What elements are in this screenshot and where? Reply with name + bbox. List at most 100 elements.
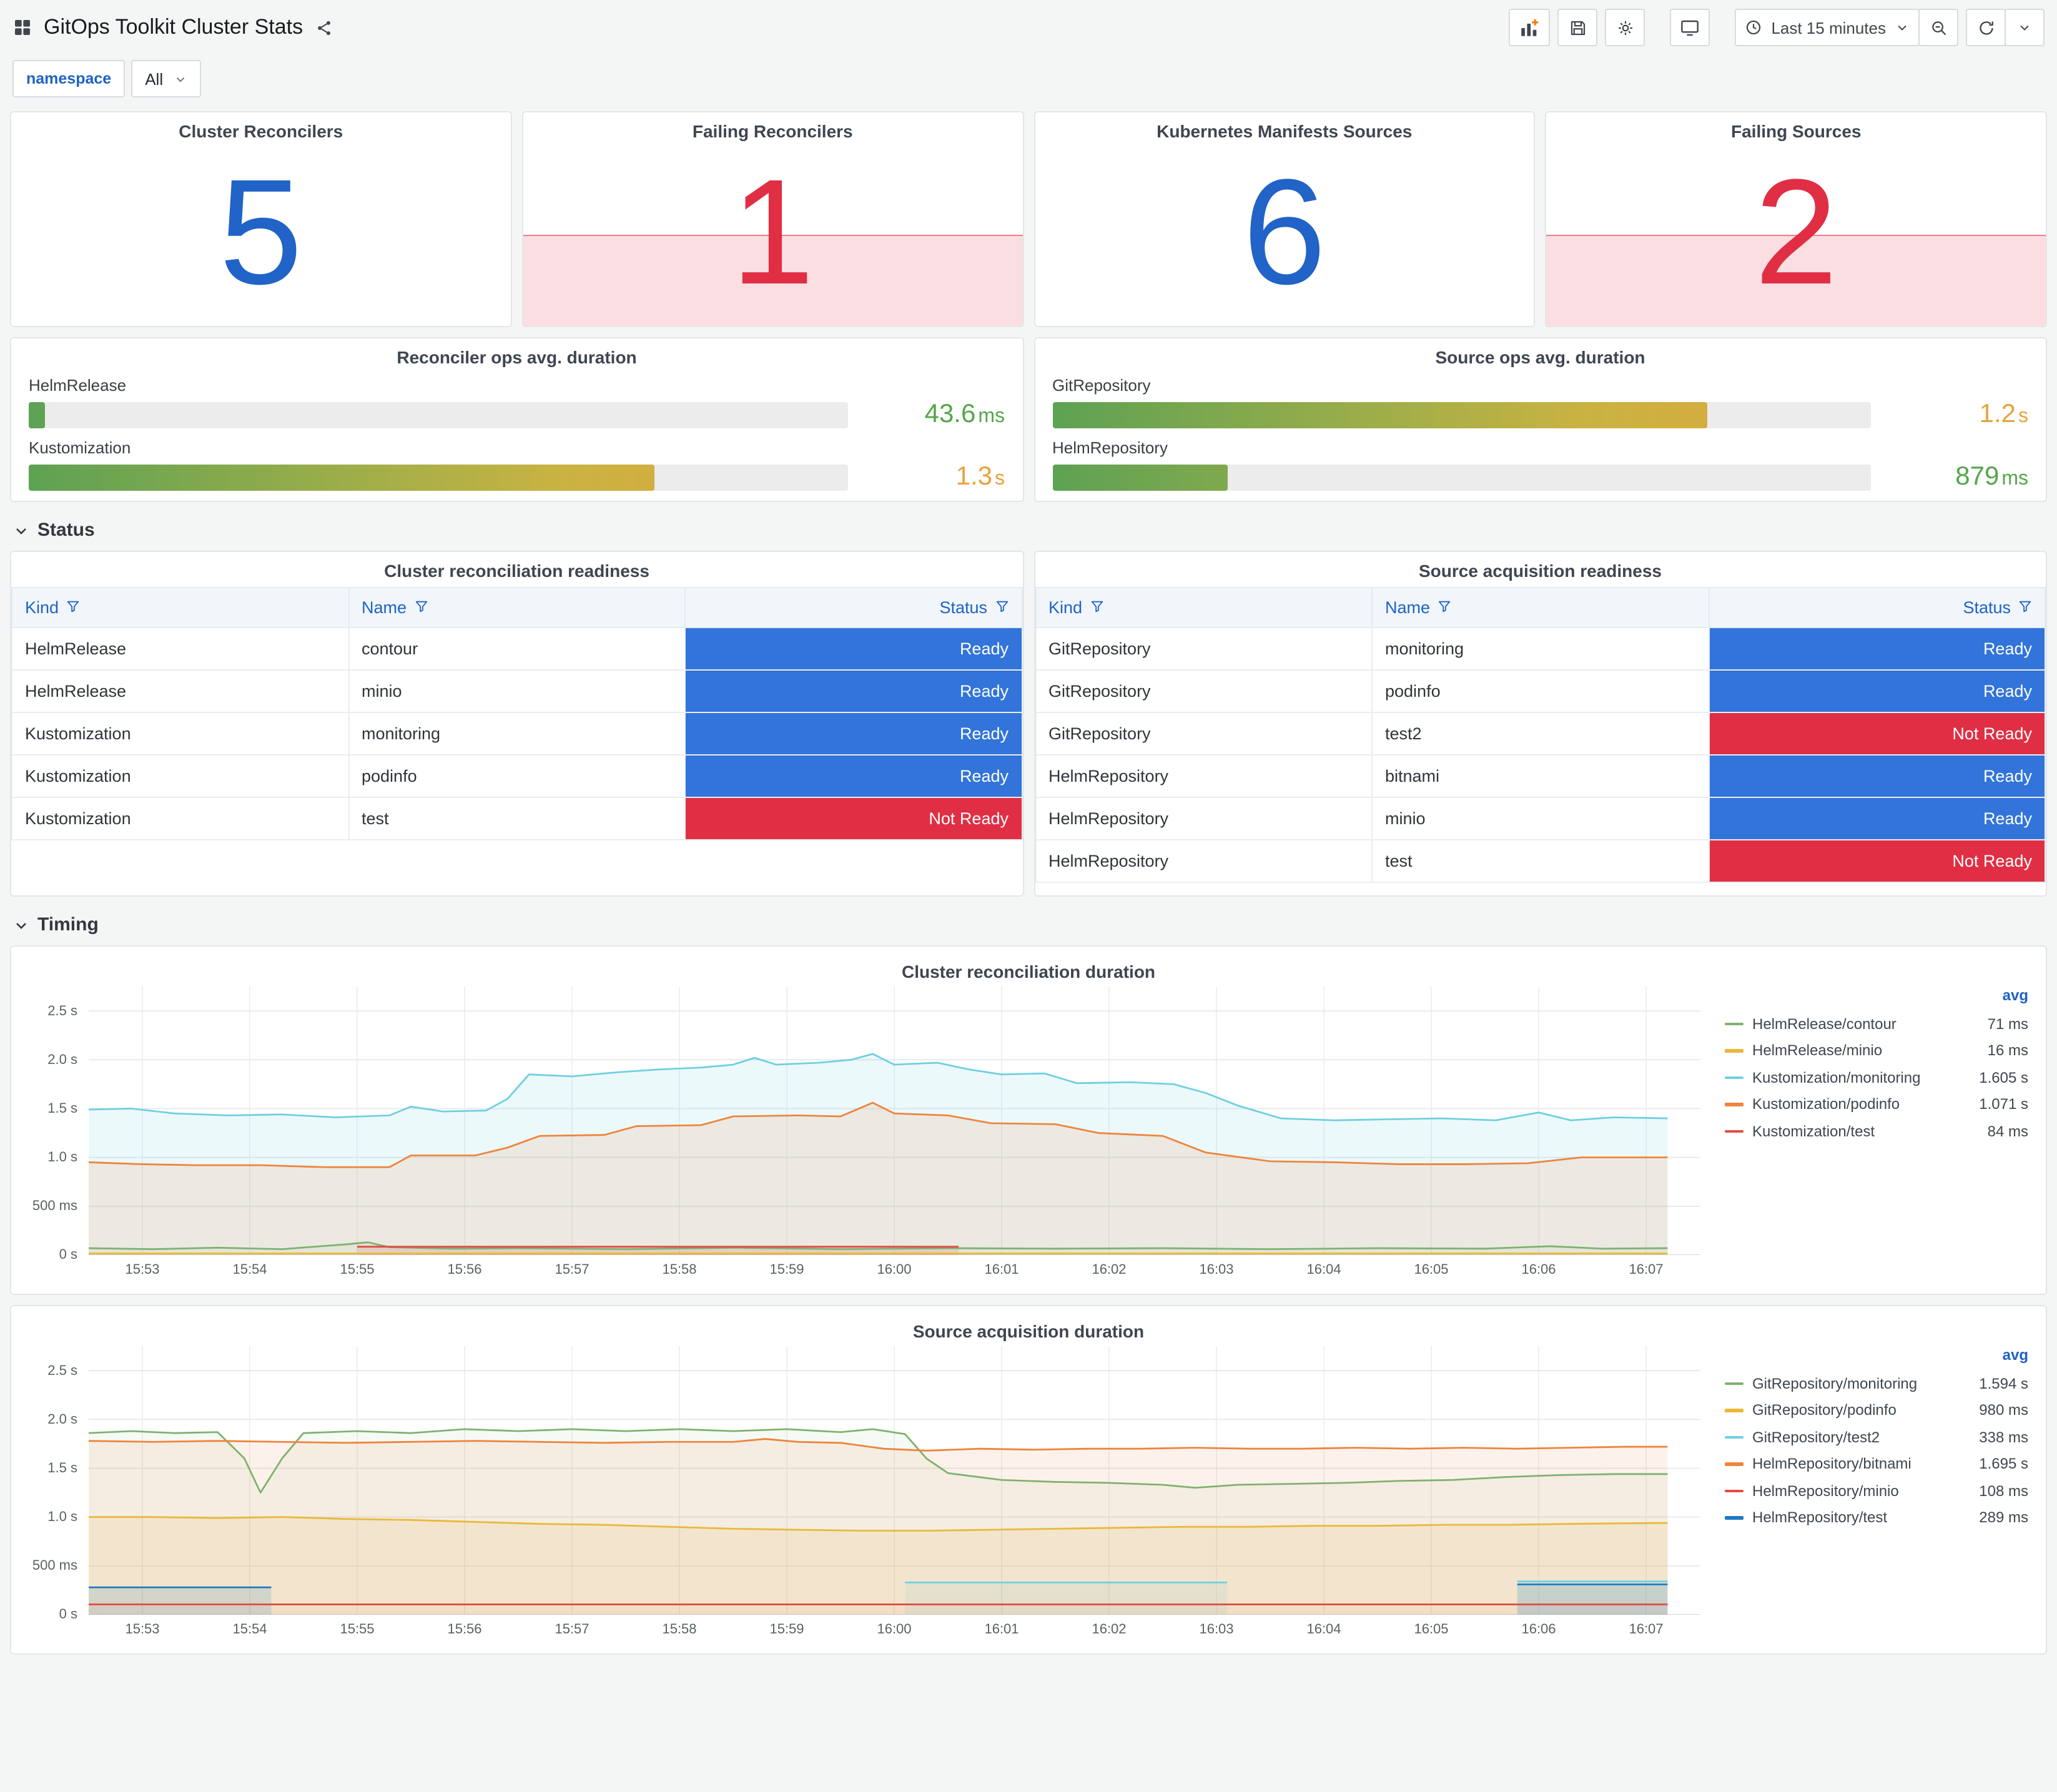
legend-series-color-icon	[1725, 1076, 1744, 1079]
x-tick-label: 15:53	[125, 1263, 160, 1278]
column-header-name[interactable]: Name	[348, 587, 686, 628]
status-badge: Not Ready	[1709, 840, 2045, 882]
y-tick-label: 500 ms	[32, 1198, 77, 1214]
panel-title[interactable]: Cluster reconciliation readiness	[11, 552, 1022, 581]
column-header-name[interactable]: Name	[1371, 587, 1709, 628]
column-header-status[interactable]: Status	[1708, 587, 2046, 628]
share-icon[interactable]	[314, 18, 333, 37]
table-row: Kustomization test Not Ready	[11, 797, 1022, 840]
x-tick-label: 15:55	[340, 1263, 375, 1278]
status-badge: Not Ready	[1709, 713, 2045, 754]
legend-series-name[interactable]: HelmRelease/contour	[1752, 1015, 1897, 1033]
settings-gear-button[interactable]	[1605, 9, 1645, 46]
cell-kind: GitRepository	[1035, 627, 1373, 671]
legend-series-name[interactable]: GitRepository/monitoring	[1752, 1375, 1917, 1392]
table-row: GitRepository monitoring Ready	[1035, 627, 2046, 671]
zoom-out-button[interactable]	[1918, 9, 1958, 46]
y-tick-label: 0 s	[59, 1607, 77, 1622]
gauge-label: HelmRepository	[1052, 438, 1168, 457]
filter-funnel-icon[interactable]	[66, 599, 80, 613]
gauge-value: 1.2 s	[1979, 400, 2028, 428]
legend-avg-header[interactable]: avg	[1725, 987, 2028, 1010]
y-tick-label: 0 s	[59, 1248, 77, 1263]
legend-series-name[interactable]: GitRepository/podinfo	[1752, 1402, 1897, 1419]
table-row: HelmRelease minio Ready	[11, 669, 1022, 713]
stat-value: 2	[1754, 148, 1838, 315]
readiness-table: Kind Name Status GitRepository monitoring Rea…	[1035, 587, 2046, 883]
legend-series-name[interactable]: Kustomization/podinfo	[1752, 1096, 1900, 1113]
filter-funnel-icon[interactable]	[1090, 599, 1103, 613]
legend-series-color-icon	[1725, 1516, 1744, 1519]
legend-series-name[interactable]: GitRepository/test2	[1752, 1429, 1880, 1446]
chevron-down-icon	[16, 528, 26, 534]
cell-name: monitoring	[348, 712, 686, 756]
chevron-down-icon	[2020, 25, 2029, 31]
timeseries-plot[interactable]	[88, 987, 1700, 1256]
apps-grid-icon[interactable]	[12, 17, 32, 37]
legend-row: GitRepository/monitoring 1.594 s	[1725, 1370, 2028, 1397]
legend-series-name[interactable]: Kustomization/monitoring	[1752, 1069, 1920, 1086]
panel-title[interactable]: Reconciler ops avg. duration	[29, 338, 1005, 367]
add-panel-button[interactable]	[1509, 9, 1551, 46]
x-tick-label: 16:05	[1414, 1263, 1449, 1278]
bar-gauge-fill	[29, 401, 46, 428]
stat-value: 6	[1243, 148, 1326, 315]
cell-name: bitnami	[1371, 754, 1709, 798]
legend-avg-header[interactable]: avg	[1725, 1346, 2028, 1370]
legend-series-name[interactable]: Kustomization/test	[1752, 1123, 1875, 1140]
clock-icon	[1747, 20, 1761, 35]
panel-title[interactable]: Cluster reconciliation duration	[24, 953, 2033, 982]
time-range-picker[interactable]: Last 15 minutes	[1735, 9, 1920, 46]
legend-series-color-icon	[1725, 1049, 1744, 1052]
y-tick-label: 2.5 s	[47, 1363, 77, 1379]
column-header-status[interactable]: Status	[684, 587, 1022, 628]
legend-series-avg: 16 ms	[1987, 1041, 2028, 1060]
filter-funnel-icon[interactable]	[414, 599, 428, 613]
variable-label-namespace: namespace	[12, 60, 126, 97]
cycle-view-button[interactable]	[1670, 9, 1710, 46]
variable-value-dropdown[interactable]: All	[131, 60, 201, 97]
panel-title[interactable]: Source ops avg. duration	[1052, 338, 2028, 367]
cell-name: podinfo	[348, 754, 686, 798]
legend-row: HelmRepository/bitnami 1.695 s	[1725, 1450, 2028, 1477]
status-badge: Ready	[1709, 628, 2045, 669]
panel-source-acquisition-duration: Source acquisition duration 0 s 500 ms 1.0…	[10, 1305, 2047, 1655]
refresh-interval-dropdown[interactable]	[2005, 9, 2045, 46]
page-title: GitOps Toolkit Cluster Stats	[44, 15, 303, 39]
legend-series-avg: 1.605 s	[1979, 1068, 2028, 1086]
plus-icon	[1532, 18, 1539, 25]
x-tick-label: 15:57	[555, 1622, 589, 1637]
section-header-timing[interactable]: Timing	[12, 914, 2045, 935]
cell-kind: Kustomization	[11, 712, 349, 756]
filter-funnel-icon[interactable]	[2018, 599, 2032, 613]
x-tick-label: 15:59	[769, 1263, 804, 1278]
section-header-status[interactable]: Status	[12, 519, 2045, 541]
filter-funnel-icon[interactable]	[1438, 599, 1451, 613]
timeseries-plot[interactable]	[88, 1346, 1700, 1615]
x-tick-label: 15:56	[447, 1263, 482, 1278]
legend-row: HelmRelease/minio 16 ms	[1725, 1037, 2028, 1064]
filter-funnel-icon[interactable]	[995, 599, 1009, 613]
x-tick-label: 16:01	[984, 1263, 1019, 1278]
save-dashboard-button[interactable]	[1557, 9, 1598, 46]
column-header-kind[interactable]: Kind	[11, 587, 349, 628]
stat-value: 1	[731, 148, 815, 315]
legend-row: Kustomization/test 84 ms	[1725, 1118, 2028, 1145]
cell-kind: GitRepository	[1035, 669, 1373, 713]
x-tick-label: 15:55	[340, 1622, 375, 1637]
panel-title[interactable]: Source acquisition duration	[24, 1312, 2033, 1341]
y-axis: 0 s 500 ms 1.0 s 1.5 s 2.0 s 2.5 s	[24, 1346, 89, 1622]
legend-series-avg: 84 ms	[1987, 1122, 2028, 1140]
panel-title[interactable]: Source acquisition readiness	[1035, 552, 2046, 581]
bar-gauge-track	[29, 464, 847, 490]
legend-series-name[interactable]: HelmRepository/minio	[1752, 1482, 1899, 1500]
legend-series-name[interactable]: HelmRepository/test	[1752, 1509, 1887, 1527]
cell-status: Not Ready	[1708, 712, 2046, 756]
legend-series-name[interactable]: HelmRelease/minio	[1752, 1042, 1882, 1060]
x-tick-label: 15:59	[769, 1622, 804, 1637]
column-header-kind[interactable]: Kind	[1035, 587, 1373, 628]
legend-series-name[interactable]: HelmRepository/bitnami	[1752, 1455, 1911, 1473]
legend-row: HelmRelease/contour 71 ms	[1725, 1010, 2028, 1037]
refresh-button[interactable]	[1966, 9, 2006, 46]
x-tick-label: 16:03	[1199, 1263, 1234, 1278]
